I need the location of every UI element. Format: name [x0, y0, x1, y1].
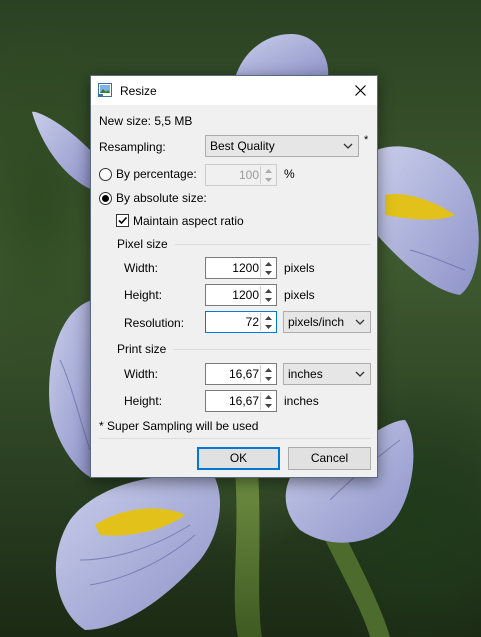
dialog-title: Resize: [120, 84, 157, 98]
resize-image-icon: [98, 83, 112, 97]
pixel-size-divider: [175, 244, 371, 245]
cancel-button[interactable]: Cancel: [288, 447, 371, 470]
stepper-up-icon[interactable]: [261, 392, 275, 401]
by-absolute-size-label[interactable]: By absolute size:: [116, 191, 207, 205]
checkmark-icon: [118, 216, 128, 225]
super-sampling-note: * Super Sampling will be used: [99, 419, 259, 433]
maintain-aspect-label[interactable]: Maintain aspect ratio: [133, 214, 244, 228]
title-bar: Resize: [91, 76, 377, 105]
chevron-down-icon: [343, 143, 353, 149]
percent-unit: %: [284, 167, 295, 181]
percentage-stepper[interactable]: [260, 166, 275, 184]
pixel-height-unit: pixels: [284, 288, 315, 302]
by-percentage-radio[interactable]: [99, 168, 112, 181]
print-size-divider: [173, 349, 371, 350]
print-width-input[interactable]: 16,67: [205, 363, 277, 385]
by-percentage-label[interactable]: By percentage:: [116, 167, 197, 181]
print-width-label: Width:: [124, 367, 159, 381]
pixel-size-heading: Pixel size: [117, 237, 168, 251]
resolution-value: 72: [245, 315, 259, 329]
percentage-input[interactable]: 100: [205, 164, 277, 186]
print-width-value: 16,67: [228, 367, 259, 381]
resolution-stepper[interactable]: [260, 313, 275, 331]
resolution-label: Resolution:: [124, 316, 185, 330]
print-height-unit: inches: [284, 394, 319, 408]
pixel-width-value: 1200: [232, 261, 259, 275]
stepper-down-icon[interactable]: [261, 175, 275, 184]
stepper-down-icon[interactable]: [261, 322, 275, 331]
print-height-input[interactable]: 16,67: [205, 390, 277, 412]
pixel-width-unit: pixels: [284, 261, 315, 275]
stepper-up-icon[interactable]: [261, 166, 275, 175]
chevron-down-icon: [355, 371, 365, 377]
stepper-down-icon[interactable]: [261, 374, 275, 383]
stepper-up-icon[interactable]: [261, 286, 275, 295]
print-height-stepper[interactable]: [260, 392, 275, 410]
resampling-asterisk: *: [364, 134, 369, 146]
stepper-up-icon[interactable]: [261, 259, 275, 268]
print-unit-select[interactable]: inches: [283, 363, 371, 385]
resampling-select[interactable]: Best Quality: [205, 135, 359, 157]
stepper-down-icon[interactable]: [261, 295, 275, 304]
resolution-unit-select[interactable]: pixels/inch: [283, 311, 371, 333]
print-height-label: Height:: [124, 394, 163, 408]
pixel-width-input[interactable]: 1200: [205, 257, 277, 279]
by-absolute-size-radio[interactable]: [99, 192, 112, 205]
close-button[interactable]: [343, 76, 377, 105]
resolution-unit-value: pixels/inch: [288, 315, 345, 329]
print-unit-value: inches: [288, 367, 323, 381]
pixel-width-stepper[interactable]: [260, 259, 275, 277]
footer-divider: [99, 438, 371, 439]
stepper-down-icon[interactable]: [261, 268, 275, 277]
print-height-value: 16,67: [228, 394, 259, 408]
print-width-stepper[interactable]: [260, 365, 275, 383]
percentage-value: 100: [238, 168, 259, 182]
pixel-height-stepper[interactable]: [260, 286, 275, 304]
pixel-height-value: 1200: [232, 288, 259, 302]
resolution-input[interactable]: 72: [205, 311, 277, 333]
new-size-text: New size: 5,5 MB: [99, 114, 193, 128]
pixel-width-label: Width:: [124, 261, 159, 275]
resampling-label: Resampling:: [99, 140, 166, 154]
pixel-height-input[interactable]: 1200: [205, 284, 277, 306]
resampling-value: Best Quality: [210, 139, 275, 153]
pixel-height-label: Height:: [124, 288, 163, 302]
print-size-heading: Print size: [117, 342, 167, 356]
stepper-up-icon[interactable]: [261, 313, 275, 322]
resize-dialog: Resize New size: 5,5 MB Resampling: Best…: [90, 75, 378, 478]
ok-button[interactable]: OK: [197, 447, 280, 470]
maintain-aspect-checkbox[interactable]: [116, 214, 129, 227]
stepper-up-icon[interactable]: [261, 365, 275, 374]
stepper-down-icon[interactable]: [261, 401, 275, 410]
close-icon: [354, 85, 366, 96]
chevron-down-icon: [355, 319, 365, 325]
